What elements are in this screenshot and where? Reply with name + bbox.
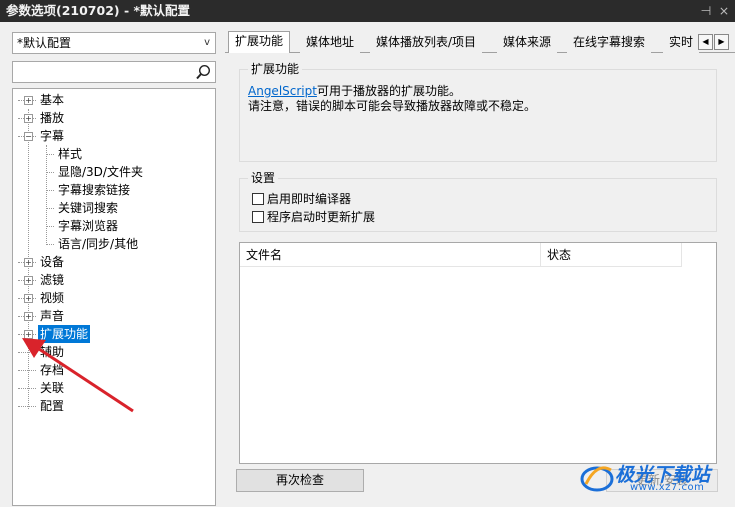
- column-filename[interactable]: 文件名: [240, 243, 541, 267]
- settings-group: 设置 启用即时编译器 程序启动时更新扩展: [239, 170, 717, 232]
- description-line1-rest: 可用于播放器的扩展功能。: [316, 84, 461, 98]
- list-header: 文件名 状态: [240, 243, 682, 267]
- tree-item-label: 字幕搜索链接: [58, 183, 131, 197]
- window-titlebar: 参数选项(210702) - *默认配置 ⊣ ×: [0, 0, 735, 22]
- tab-scroll-left-icon[interactable]: ◀: [698, 34, 713, 50]
- preset-value: *默认配置: [17, 36, 72, 50]
- tab-content-extensions: 扩展功能 AngelScript可用于播放器的扩展功能。 请注意，错误的脚本可能…: [225, 53, 735, 507]
- annotation-arrow-icon: [22, 338, 134, 413]
- expand-icon[interactable]: +: [24, 294, 33, 303]
- tree-item-label: 显隐/3D/文件夹: [58, 165, 143, 179]
- tree-item-label: 设备: [40, 255, 65, 269]
- angelscript-link[interactable]: AngelScript: [248, 84, 317, 98]
- window-title: 参数选项(210702) - *默认配置: [6, 3, 191, 18]
- tab-bar: 扩展功能 媒体地址 媒体播放列表/项目 媒体来源 在线字幕搜索 实时 ◀ ▶: [225, 31, 735, 54]
- jit-compiler-checkbox[interactable]: 启用即时编译器: [252, 191, 351, 207]
- extension-file-list[interactable]: 文件名 状态: [239, 242, 717, 464]
- tree-item-label: 语言/同步/其他: [58, 237, 139, 251]
- tree-item-label: 视频: [40, 291, 65, 305]
- update-on-startup-checkbox[interactable]: 程序启动时更新扩展: [252, 209, 375, 225]
- tree-item-label: 样式: [58, 147, 83, 161]
- extension-description: AngelScript可用于播放器的扩展功能。 请注意，错误的脚本可能会导致播放…: [248, 84, 536, 114]
- settings-tree: + 基本 + 播放 − 字幕样式显隐/3D/文件夹 字幕搜索链接 关键词搜索字幕浏览器语言/同…: [12, 88, 216, 506]
- collapse-icon[interactable]: −: [24, 132, 33, 141]
- close-icon[interactable]: ×: [717, 0, 731, 22]
- tab-playlist[interactable]: 媒体播放列表/项目: [370, 33, 483, 53]
- checkbox-box[interactable]: [252, 211, 264, 223]
- tab-media-source[interactable]: 媒体来源: [497, 33, 558, 53]
- tab-online-subtitle-search[interactable]: 在线字幕搜索: [567, 33, 652, 53]
- tree-item-label: 字幕: [40, 129, 65, 143]
- tab-scroll-right-icon[interactable]: ▶: [714, 34, 729, 50]
- extension-group-title: 扩展功能: [248, 61, 303, 77]
- tree-item-label: 基本: [40, 93, 65, 107]
- search-input[interactable]: [12, 61, 216, 83]
- tab-realtime[interactable]: 实时: [663, 33, 700, 53]
- settings-group-title: 设置: [248, 170, 279, 186]
- preset-dropdown[interactable]: *默认配置 v: [12, 32, 216, 54]
- watermark-url: www.xz7.com: [630, 482, 705, 493]
- recheck-button[interactable]: 再次检查: [236, 469, 364, 492]
- tab-extensions[interactable]: 扩展功能: [228, 31, 291, 54]
- watermark-logo: 极光下载站 www.xz7.com: [578, 458, 730, 498]
- expand-icon[interactable]: +: [24, 96, 33, 105]
- pin-icon[interactable]: ⊣: [699, 0, 713, 22]
- expand-icon[interactable]: +: [24, 114, 33, 123]
- tree-item-label: 关键词搜索: [58, 201, 119, 215]
- expand-icon[interactable]: +: [24, 258, 33, 267]
- watermark-icon: [580, 466, 614, 492]
- tree-item-label: 滤镜: [40, 273, 65, 287]
- tree-item-label: 声音: [40, 309, 65, 323]
- tree-item-label: 播放: [40, 111, 65, 125]
- chevron-down-icon: v: [204, 37, 210, 48]
- checkbox-box[interactable]: [252, 193, 264, 205]
- expand-icon[interactable]: +: [24, 276, 33, 285]
- description-line2: 请注意，错误的脚本可能会导致播放器故障或不稳定。: [248, 99, 537, 113]
- column-status[interactable]: 状态: [541, 243, 682, 267]
- tab-media-address[interactable]: 媒体地址: [300, 33, 361, 53]
- extension-info-group: 扩展功能 AngelScript可用于播放器的扩展功能。 请注意，错误的脚本可能…: [239, 61, 717, 162]
- tree-item-label: 字幕浏览器: [58, 219, 119, 233]
- expand-icon[interactable]: +: [24, 312, 33, 321]
- search-icon[interactable]: [195, 64, 211, 80]
